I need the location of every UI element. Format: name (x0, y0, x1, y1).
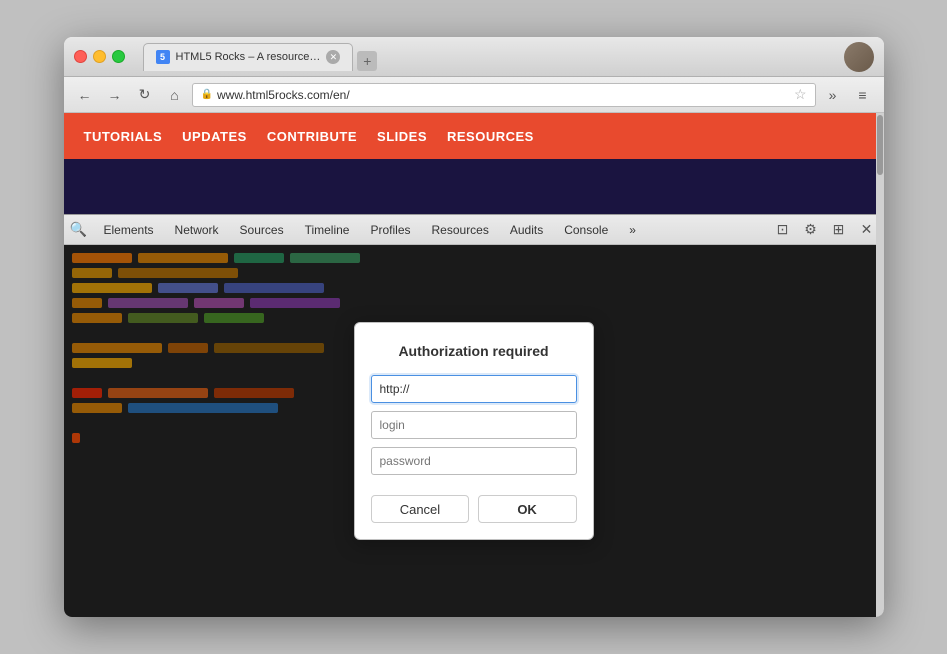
devtools-actions: ⊡ ⚙ ⊞ ✕ (771, 218, 879, 242)
site-hero (64, 159, 884, 214)
maximize-button[interactable] (112, 50, 125, 63)
site-nav-slides[interactable]: SLIDES (377, 129, 427, 144)
dialog-title: Authorization required (371, 343, 577, 359)
devtools-stack-icon[interactable]: ⊡ (771, 218, 795, 242)
devtools-tab-network[interactable]: Network (165, 215, 230, 244)
address-lock-icon: 🔒 (201, 89, 213, 100)
login-input[interactable] (371, 411, 577, 439)
devtools-more-tabs[interactable]: » (619, 215, 647, 244)
avatar-image (844, 42, 874, 72)
devtools-settings-icon[interactable]: ⚙ (799, 218, 823, 242)
devtools-tab-profiles[interactable]: Profiles (360, 215, 421, 244)
devtools-tab-bar: 🔍 Elements Network Sources Timeline Prof… (64, 215, 884, 245)
more-button[interactable]: » (820, 82, 846, 108)
bookmark-star-icon[interactable]: ☆ (794, 86, 807, 103)
devtools-dock-icon[interactable]: ⊞ (827, 218, 851, 242)
dialog-buttons: Cancel OK (371, 495, 577, 523)
password-input[interactable] (371, 447, 577, 475)
devtools-search-icon[interactable]: 🔍 (69, 220, 89, 240)
cancel-button[interactable]: Cancel (371, 495, 470, 523)
reload-button[interactable]: ↻ (132, 82, 158, 108)
minimize-button[interactable] (93, 50, 106, 63)
ok-button[interactable]: OK (478, 495, 577, 523)
site-nav-tutorials[interactable]: TUTORIALS (84, 129, 163, 144)
dialog-overlay: Authorization required Cancel OK (64, 245, 884, 617)
site-nav-contribute[interactable]: CONTRIBUTE (267, 129, 357, 144)
tab-favicon: 5 (156, 50, 170, 64)
new-tab-button[interactable]: + (357, 51, 377, 71)
traffic-lights (74, 50, 125, 63)
active-tab[interactable]: 5 HTML5 Rocks – A resource… ✕ (143, 43, 354, 71)
title-bar: 5 HTML5 Rocks – A resource… ✕ + (64, 37, 884, 77)
address-url: www.html5rocks.com/en/ (217, 88, 350, 102)
home-button[interactable]: ⌂ (162, 82, 188, 108)
tab-close-button[interactable]: ✕ (326, 50, 340, 64)
profile-avatar[interactable] (844, 42, 874, 72)
navigation-bar: ← → ↻ ⌂ 🔒 www.html5rocks.com/en/ ☆ » ≡ (64, 77, 884, 113)
site-nav-updates[interactable]: UPDATES (182, 129, 247, 144)
devtools-content-area: Authorization required Cancel OK (64, 245, 884, 617)
site-header: TUTORIALS UPDATES CONTRIBUTE SLIDES RESO… (64, 113, 884, 159)
devtools-tab-timeline[interactable]: Timeline (295, 215, 361, 244)
tab-bar: 5 HTML5 Rocks – A resource… ✕ + (143, 43, 836, 71)
menu-button[interactable]: ≡ (850, 82, 876, 108)
devtools-tab-console[interactable]: Console (554, 215, 619, 244)
scrollbar-thumb[interactable] (877, 115, 883, 175)
address-bar[interactable]: 🔒 www.html5rocks.com/en/ ☆ (192, 83, 816, 107)
browser-window: 5 HTML5 Rocks – A resource… ✕ + ← → ↻ ⌂ … (64, 37, 884, 617)
tab-title: HTML5 Rocks – A resource… (176, 51, 321, 63)
devtools-panel: 🔍 Elements Network Sources Timeline Prof… (64, 214, 884, 617)
devtools-tab-sources[interactable]: Sources (230, 215, 295, 244)
devtools-tab-elements[interactable]: Elements (94, 215, 165, 244)
devtools-tab-resources[interactable]: Resources (422, 215, 500, 244)
url-input[interactable] (371, 375, 577, 403)
forward-button[interactable]: → (102, 82, 128, 108)
close-button[interactable] (74, 50, 87, 63)
site-nav-resources[interactable]: RESOURCES (447, 129, 534, 144)
devtools-tab-audits[interactable]: Audits (500, 215, 554, 244)
page-content: TUTORIALS UPDATES CONTRIBUTE SLIDES RESO… (64, 113, 884, 617)
auth-dialog: Authorization required Cancel OK (354, 322, 594, 540)
back-button[interactable]: ← (72, 82, 98, 108)
